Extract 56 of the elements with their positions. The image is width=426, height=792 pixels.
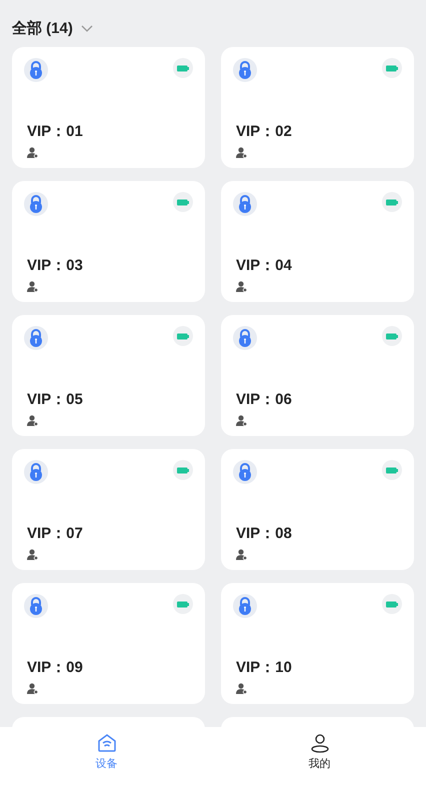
user-icon [27,281,38,292]
battery-icon [382,58,402,78]
device-name: VIP：10 [236,658,293,677]
device-name: VIP：09 [27,658,84,677]
lock-icon [233,326,257,350]
user-icon [27,415,38,426]
lock-icon [233,594,257,618]
device-card[interactable]: VIP：01 [12,47,205,168]
device-card[interactable]: VIP：09 [12,583,205,704]
chevron-down-icon[interactable] [80,24,93,32]
user-icon [27,683,38,694]
battery-icon [173,594,193,614]
device-name: VIP：01 [27,122,84,141]
device-name: VIP：06 [236,390,293,409]
device-name: VIP：02 [236,122,293,141]
device-name: VIP：05 [27,390,84,409]
user-icon [27,147,38,158]
tab[interactable]: 我的 [213,727,426,792]
lock-icon [24,460,48,484]
battery-icon [382,460,402,480]
battery-icon [173,58,193,78]
user-icon [27,549,38,560]
device-name: VIP：07 [27,524,84,543]
battery-icon [173,460,193,480]
user-icon [310,733,330,753]
home-icon [96,733,116,753]
lock-icon [233,460,257,484]
device-name: VIP：04 [236,256,293,275]
device-card[interactable]: VIP：06 [221,315,414,436]
device-card[interactable]: VIP：10 [221,583,414,704]
user-icon [236,549,247,560]
device-card[interactable]: VIP：07 [12,449,205,570]
device-name: VIP：08 [236,524,293,543]
tab[interactable]: 设备 [0,727,213,792]
user-icon [236,281,247,292]
device-name: VIP：03 [27,256,84,275]
user-icon [236,683,247,694]
lock-icon [233,58,257,82]
battery-icon [382,192,402,212]
device-card[interactable]: VIP：04 [221,181,414,302]
filter-title[interactable]: 全部 (14) [12,18,73,38]
lock-icon [24,58,48,82]
lock-icon [24,594,48,618]
device-card[interactable]: VIP：05 [12,315,205,436]
battery-icon [382,326,402,346]
battery-icon [173,192,193,212]
user-icon [236,147,247,158]
lock-icon [24,326,48,350]
battery-icon [382,594,402,614]
device-card[interactable]: VIP：02 [221,47,414,168]
lock-icon [24,192,48,216]
battery-icon [173,326,193,346]
user-icon [236,415,247,426]
lock-icon [233,192,257,216]
device-card[interactable]: VIP：03 [12,181,205,302]
device-card[interactable]: VIP：08 [221,449,414,570]
